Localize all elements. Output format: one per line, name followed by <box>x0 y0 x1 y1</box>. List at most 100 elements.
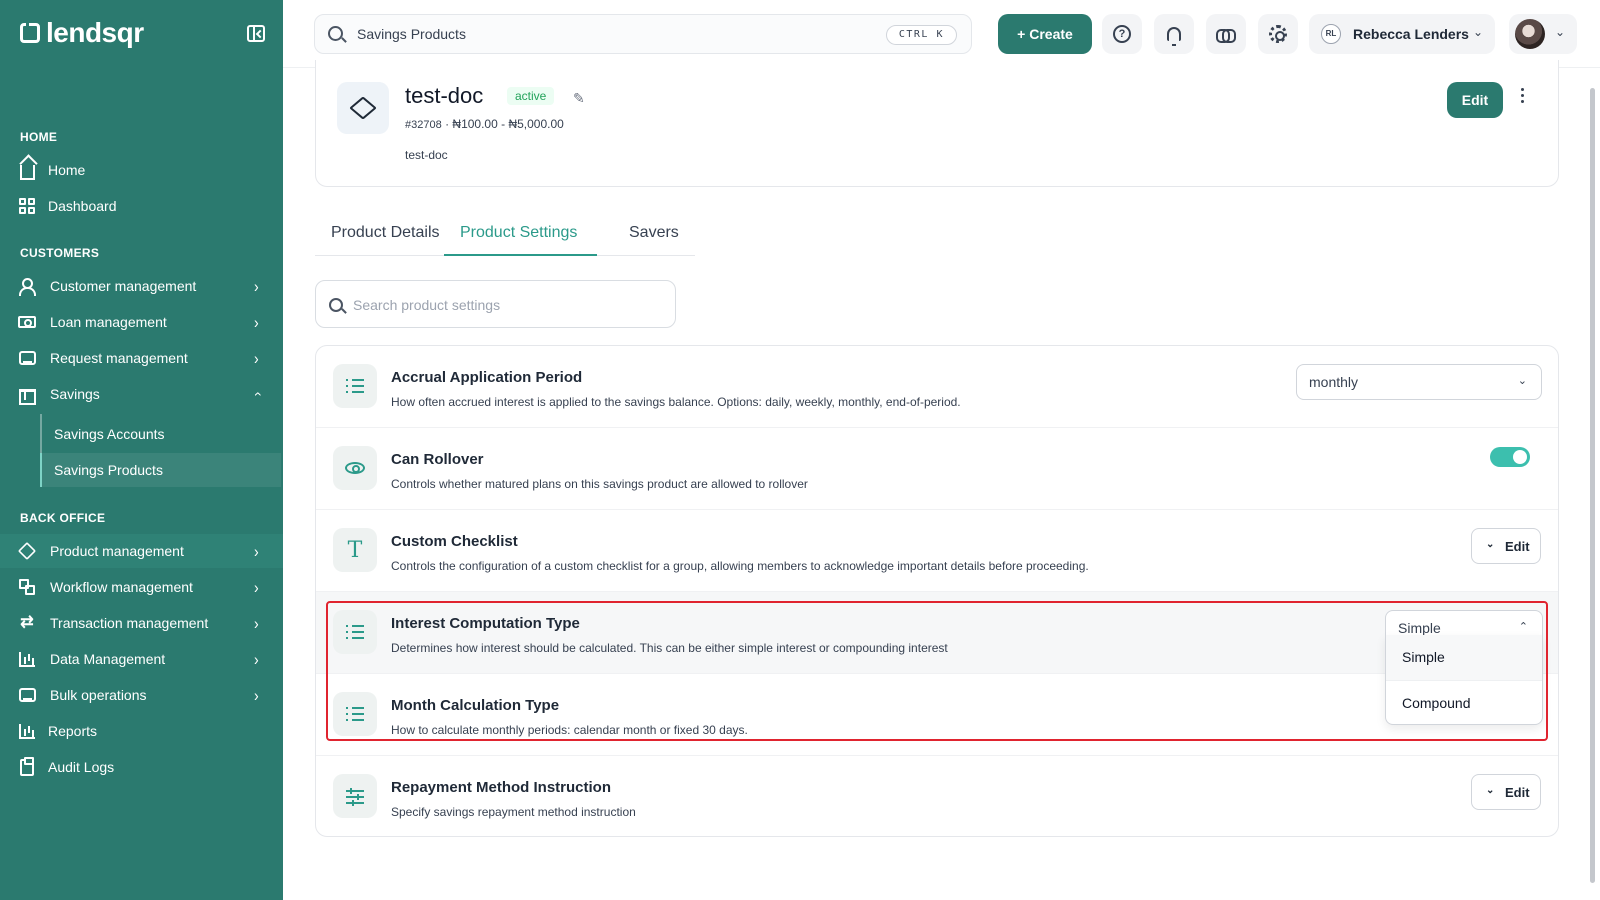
sliders-icon <box>333 774 377 818</box>
logo-text: lendsqr <box>46 17 144 48</box>
sidebar-item-savings[interactable]: Savings › <box>0 377 283 411</box>
checklist-edit-button[interactable]: ⌄ Edit <box>1471 528 1541 564</box>
scrollbar[interactable] <box>1590 88 1595 883</box>
setting-description: Controls whether matured plans on this s… <box>391 477 808 491</box>
setting-title: Repayment Method Instruction <box>391 779 612 796</box>
section-title-back-office: BACK OFFICE <box>20 511 106 525</box>
workflow-icon <box>18 578 36 596</box>
swap-arrows-icon: ⇄ <box>20 614 34 631</box>
sidebar-item-label: Savings Accounts <box>54 426 165 442</box>
chevron-down-icon: ⌄ <box>1555 25 1566 39</box>
user-name: Rebecca Lenders <box>1353 26 1469 42</box>
home-icon <box>18 161 36 180</box>
search-icon <box>328 26 343 41</box>
setting-description: Specify savings repayment method instruc… <box>391 805 636 819</box>
dropdown-option-compound[interactable]: Compound <box>1386 680 1542 725</box>
product-meta: #32708 · ₦100.00 - ₦5,000.00 <box>405 117 564 131</box>
select-value: monthly <box>1309 374 1359 390</box>
gear-icon <box>1269 25 1287 43</box>
search-value: Savings Products <box>357 26 466 42</box>
chevron-up-icon: › <box>248 391 265 397</box>
sidebar-item-label: Workflow management <box>50 579 193 595</box>
create-button[interactable]: + Create <box>998 14 1092 54</box>
product-header-card: test-doc active ✎ #32708 · ₦100.00 - ₦5,… <box>315 60 1559 187</box>
user-menu-button[interactable]: RL Rebecca Lenders ⌄ <box>1309 14 1495 54</box>
global-search-input[interactable]: Savings Products CTRL K <box>314 14 972 54</box>
dropdown-option-simple[interactable]: Simple <box>1386 635 1542 680</box>
product-id: #32708 <box>405 119 442 131</box>
sidebar-item-label: Loan management <box>50 314 167 330</box>
settings-search-placeholder: Search product settings <box>353 297 501 313</box>
repayment-edit-button[interactable]: ⌄ Edit <box>1471 774 1541 810</box>
sidebar-item-label: Dashboard <box>48 198 117 214</box>
sidebar-collapse-icon[interactable] <box>247 25 265 42</box>
pencil-edit-icon[interactable]: ✎ <box>573 90 585 107</box>
bar-chart-icon <box>18 650 36 668</box>
sidebar-item-label: Bulk operations <box>50 687 147 703</box>
profile-menu-button[interactable]: ⌄ <box>1509 14 1577 54</box>
sidebar-item-label: Transaction management <box>50 615 209 631</box>
accrual-period-select[interactable]: monthly ⌄ <box>1296 364 1542 400</box>
tab-product-details[interactable]: Product Details <box>331 224 440 256</box>
product-icon <box>337 82 389 134</box>
bell-icon <box>1167 27 1181 46</box>
chevron-right-icon: › <box>254 541 259 561</box>
edit-product-button[interactable]: Edit <box>1447 82 1503 118</box>
sidebar: lendsqr HOME Home Dashboard CUSTOMERS Cu… <box>0 0 283 900</box>
settings-button[interactable] <box>1258 14 1298 54</box>
setting-title: Can Rollover <box>391 451 484 468</box>
chevron-right-icon: › <box>254 685 259 705</box>
cube-icon <box>349 96 377 120</box>
more-options-icon[interactable] <box>1521 88 1525 104</box>
sidebar-item-request-management[interactable]: Request management › <box>0 341 283 375</box>
sidebar-subitem-savings-accounts[interactable]: Savings Accounts <box>42 417 283 451</box>
setting-title: Month Calculation Type <box>391 697 560 714</box>
text-type-icon: T <box>333 528 377 572</box>
sidebar-item-product-management[interactable]: Product management › <box>0 534 283 568</box>
logo-mark-icon <box>20 23 40 43</box>
help-icon: ? <box>1113 25 1131 43</box>
sidebar-item-label: Data Management <box>50 651 166 667</box>
chevron-up-icon: ⌃ <box>1518 621 1528 633</box>
chevron-right-icon: › <box>254 348 259 368</box>
notifications-button[interactable] <box>1154 14 1194 54</box>
setting-title: Custom Checklist <box>391 533 518 550</box>
list-icon <box>333 610 377 654</box>
tab-product-settings[interactable]: Product Settings <box>444 224 597 256</box>
sidebar-item-label: Request management <box>50 350 188 366</box>
sidebar-item-label: Product management <box>50 543 184 559</box>
setting-row-checklist: T Custom Checklist Controls the configur… <box>316 510 1558 592</box>
product-name: test-doc <box>405 83 484 108</box>
setting-description: Determines how interest should be calcul… <box>391 641 948 655</box>
rollover-toggle[interactable] <box>1490 447 1530 467</box>
sidebar-item-reports[interactable]: Reports <box>0 714 283 748</box>
sidebar-item-label: Savings Products <box>54 462 163 478</box>
product-tabs: Product Details Product Settings Savers <box>315 216 695 256</box>
sidebar-item-bulk-operations[interactable]: Bulk operations › <box>0 678 283 712</box>
tab-savers[interactable]: Savers <box>629 224 679 256</box>
edit-label: Edit <box>1505 785 1530 800</box>
search-icon <box>329 298 343 312</box>
setting-row-month: Month Calculation Type How to calculate … <box>316 674 1558 756</box>
interest-type-dropdown: Simple Compound <box>1385 635 1543 725</box>
sidebar-item-customer-management[interactable]: Customer management › <box>0 269 283 303</box>
settings-search-input[interactable]: Search product settings <box>315 280 676 328</box>
sidebar-item-home[interactable]: Home <box>0 153 283 187</box>
sidebar-item-data-management[interactable]: Data Management › <box>0 642 283 676</box>
sidebar-item-loan-management[interactable]: Loan management › <box>0 305 283 339</box>
user-initials-avatar: RL <box>1321 24 1341 44</box>
link-button[interactable] <box>1206 14 1246 54</box>
sidebar-item-dashboard[interactable]: Dashboard <box>0 189 283 223</box>
setting-row-accrual: Accrual Application Period How often acc… <box>316 346 1558 428</box>
help-button[interactable]: ? <box>1102 14 1142 54</box>
inbox-icon <box>18 349 36 367</box>
logo[interactable]: lendsqr <box>20 17 144 49</box>
chevron-right-icon: › <box>254 577 259 597</box>
sidebar-item-workflow-management[interactable]: Workflow management › <box>0 570 283 604</box>
sidebar-item-transaction-management[interactable]: ⇄ Transaction management › <box>0 606 283 640</box>
users-icon <box>18 277 36 296</box>
sidebar-item-audit-logs[interactable]: Audit Logs <box>0 750 283 784</box>
sidebar-subitem-savings-products[interactable]: Savings Products <box>40 453 281 487</box>
sidebar-item-label: Customer management <box>50 278 197 294</box>
section-title-home: HOME <box>20 130 58 144</box>
